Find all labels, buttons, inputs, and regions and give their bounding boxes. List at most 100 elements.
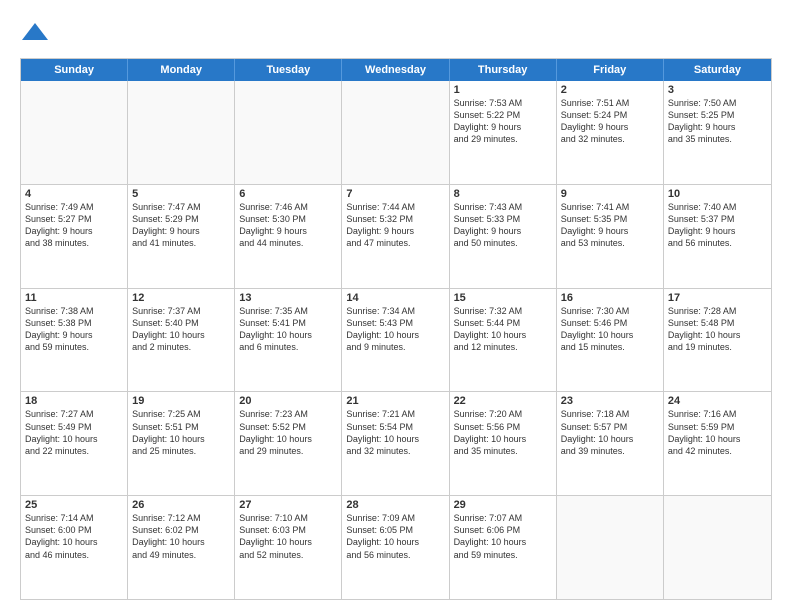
day-number: 25: [25, 499, 123, 511]
page: SundayMondayTuesdayWednesdayThursdayFrid…: [0, 0, 792, 612]
day-number: 6: [239, 188, 337, 200]
day-number: 10: [668, 188, 767, 200]
day-number: 3: [668, 84, 767, 96]
day-number: 4: [25, 188, 123, 200]
day-cell-8: 8Sunrise: 7:43 AM Sunset: 5:33 PM Daylig…: [450, 185, 557, 288]
calendar-row-1: 1Sunrise: 7:53 AM Sunset: 5:22 PM Daylig…: [21, 81, 771, 184]
day-number: 22: [454, 395, 552, 407]
day-number: 20: [239, 395, 337, 407]
day-number: 5: [132, 188, 230, 200]
day-cell-29: 29Sunrise: 7:07 AM Sunset: 6:06 PM Dayli…: [450, 496, 557, 599]
day-info: Sunrise: 7:46 AM Sunset: 5:30 PM Dayligh…: [239, 201, 337, 250]
day-number: 2: [561, 84, 659, 96]
day-number: 14: [346, 292, 444, 304]
day-info: Sunrise: 7:12 AM Sunset: 6:02 PM Dayligh…: [132, 512, 230, 561]
day-cell-4: 4Sunrise: 7:49 AM Sunset: 5:27 PM Daylig…: [21, 185, 128, 288]
day-info: Sunrise: 7:37 AM Sunset: 5:40 PM Dayligh…: [132, 305, 230, 354]
calendar-body: 1Sunrise: 7:53 AM Sunset: 5:22 PM Daylig…: [21, 81, 771, 599]
day-info: Sunrise: 7:35 AM Sunset: 5:41 PM Dayligh…: [239, 305, 337, 354]
day-info: Sunrise: 7:41 AM Sunset: 5:35 PM Dayligh…: [561, 201, 659, 250]
day-cell-14: 14Sunrise: 7:34 AM Sunset: 5:43 PM Dayli…: [342, 289, 449, 392]
header-day-saturday: Saturday: [664, 59, 771, 81]
day-number: 17: [668, 292, 767, 304]
empty-cell: [128, 81, 235, 184]
logo: [20, 18, 54, 48]
logo-icon: [20, 18, 50, 48]
day-cell-9: 9Sunrise: 7:41 AM Sunset: 5:35 PM Daylig…: [557, 185, 664, 288]
day-cell-18: 18Sunrise: 7:27 AM Sunset: 5:49 PM Dayli…: [21, 392, 128, 495]
day-info: Sunrise: 7:10 AM Sunset: 6:03 PM Dayligh…: [239, 512, 337, 561]
day-number: 23: [561, 395, 659, 407]
day-cell-17: 17Sunrise: 7:28 AM Sunset: 5:48 PM Dayli…: [664, 289, 771, 392]
day-number: 19: [132, 395, 230, 407]
calendar: SundayMondayTuesdayWednesdayThursdayFrid…: [20, 58, 772, 600]
day-cell-22: 22Sunrise: 7:20 AM Sunset: 5:56 PM Dayli…: [450, 392, 557, 495]
day-info: Sunrise: 7:27 AM Sunset: 5:49 PM Dayligh…: [25, 408, 123, 457]
day-cell-2: 2Sunrise: 7:51 AM Sunset: 5:24 PM Daylig…: [557, 81, 664, 184]
day-number: 16: [561, 292, 659, 304]
day-info: Sunrise: 7:23 AM Sunset: 5:52 PM Dayligh…: [239, 408, 337, 457]
empty-cell: [235, 81, 342, 184]
day-cell-28: 28Sunrise: 7:09 AM Sunset: 6:05 PM Dayli…: [342, 496, 449, 599]
empty-cell: [21, 81, 128, 184]
header-day-friday: Friday: [557, 59, 664, 81]
day-number: 24: [668, 395, 767, 407]
day-info: Sunrise: 7:44 AM Sunset: 5:32 PM Dayligh…: [346, 201, 444, 250]
day-info: Sunrise: 7:09 AM Sunset: 6:05 PM Dayligh…: [346, 512, 444, 561]
day-info: Sunrise: 7:50 AM Sunset: 5:25 PM Dayligh…: [668, 97, 767, 146]
day-number: 27: [239, 499, 337, 511]
day-cell-5: 5Sunrise: 7:47 AM Sunset: 5:29 PM Daylig…: [128, 185, 235, 288]
calendar-row-3: 11Sunrise: 7:38 AM Sunset: 5:38 PM Dayli…: [21, 288, 771, 392]
empty-cell: [557, 496, 664, 599]
day-cell-23: 23Sunrise: 7:18 AM Sunset: 5:57 PM Dayli…: [557, 392, 664, 495]
calendar-row-5: 25Sunrise: 7:14 AM Sunset: 6:00 PM Dayli…: [21, 495, 771, 599]
day-info: Sunrise: 7:32 AM Sunset: 5:44 PM Dayligh…: [454, 305, 552, 354]
header: [20, 18, 772, 48]
day-number: 26: [132, 499, 230, 511]
day-info: Sunrise: 7:18 AM Sunset: 5:57 PM Dayligh…: [561, 408, 659, 457]
day-number: 29: [454, 499, 552, 511]
day-cell-15: 15Sunrise: 7:32 AM Sunset: 5:44 PM Dayli…: [450, 289, 557, 392]
day-number: 18: [25, 395, 123, 407]
calendar-row-2: 4Sunrise: 7:49 AM Sunset: 5:27 PM Daylig…: [21, 184, 771, 288]
calendar-header: SundayMondayTuesdayWednesdayThursdayFrid…: [21, 59, 771, 81]
day-cell-16: 16Sunrise: 7:30 AM Sunset: 5:46 PM Dayli…: [557, 289, 664, 392]
day-info: Sunrise: 7:28 AM Sunset: 5:48 PM Dayligh…: [668, 305, 767, 354]
calendar-row-4: 18Sunrise: 7:27 AM Sunset: 5:49 PM Dayli…: [21, 391, 771, 495]
header-day-wednesday: Wednesday: [342, 59, 449, 81]
empty-cell: [664, 496, 771, 599]
day-info: Sunrise: 7:53 AM Sunset: 5:22 PM Dayligh…: [454, 97, 552, 146]
day-cell-26: 26Sunrise: 7:12 AM Sunset: 6:02 PM Dayli…: [128, 496, 235, 599]
day-cell-27: 27Sunrise: 7:10 AM Sunset: 6:03 PM Dayli…: [235, 496, 342, 599]
day-info: Sunrise: 7:30 AM Sunset: 5:46 PM Dayligh…: [561, 305, 659, 354]
day-info: Sunrise: 7:49 AM Sunset: 5:27 PM Dayligh…: [25, 201, 123, 250]
day-number: 21: [346, 395, 444, 407]
day-info: Sunrise: 7:47 AM Sunset: 5:29 PM Dayligh…: [132, 201, 230, 250]
day-info: Sunrise: 7:51 AM Sunset: 5:24 PM Dayligh…: [561, 97, 659, 146]
day-cell-25: 25Sunrise: 7:14 AM Sunset: 6:00 PM Dayli…: [21, 496, 128, 599]
day-number: 12: [132, 292, 230, 304]
day-info: Sunrise: 7:40 AM Sunset: 5:37 PM Dayligh…: [668, 201, 767, 250]
day-info: Sunrise: 7:21 AM Sunset: 5:54 PM Dayligh…: [346, 408, 444, 457]
day-cell-24: 24Sunrise: 7:16 AM Sunset: 5:59 PM Dayli…: [664, 392, 771, 495]
header-day-sunday: Sunday: [21, 59, 128, 81]
header-day-tuesday: Tuesday: [235, 59, 342, 81]
day-info: Sunrise: 7:38 AM Sunset: 5:38 PM Dayligh…: [25, 305, 123, 354]
day-number: 1: [454, 84, 552, 96]
day-number: 15: [454, 292, 552, 304]
day-number: 8: [454, 188, 552, 200]
day-cell-6: 6Sunrise: 7:46 AM Sunset: 5:30 PM Daylig…: [235, 185, 342, 288]
day-cell-12: 12Sunrise: 7:37 AM Sunset: 5:40 PM Dayli…: [128, 289, 235, 392]
header-day-monday: Monday: [128, 59, 235, 81]
day-cell-13: 13Sunrise: 7:35 AM Sunset: 5:41 PM Dayli…: [235, 289, 342, 392]
day-cell-20: 20Sunrise: 7:23 AM Sunset: 5:52 PM Dayli…: [235, 392, 342, 495]
day-cell-10: 10Sunrise: 7:40 AM Sunset: 5:37 PM Dayli…: [664, 185, 771, 288]
day-number: 28: [346, 499, 444, 511]
day-cell-19: 19Sunrise: 7:25 AM Sunset: 5:51 PM Dayli…: [128, 392, 235, 495]
day-number: 11: [25, 292, 123, 304]
day-info: Sunrise: 7:14 AM Sunset: 6:00 PM Dayligh…: [25, 512, 123, 561]
empty-cell: [342, 81, 449, 184]
day-number: 7: [346, 188, 444, 200]
day-info: Sunrise: 7:20 AM Sunset: 5:56 PM Dayligh…: [454, 408, 552, 457]
day-cell-11: 11Sunrise: 7:38 AM Sunset: 5:38 PM Dayli…: [21, 289, 128, 392]
